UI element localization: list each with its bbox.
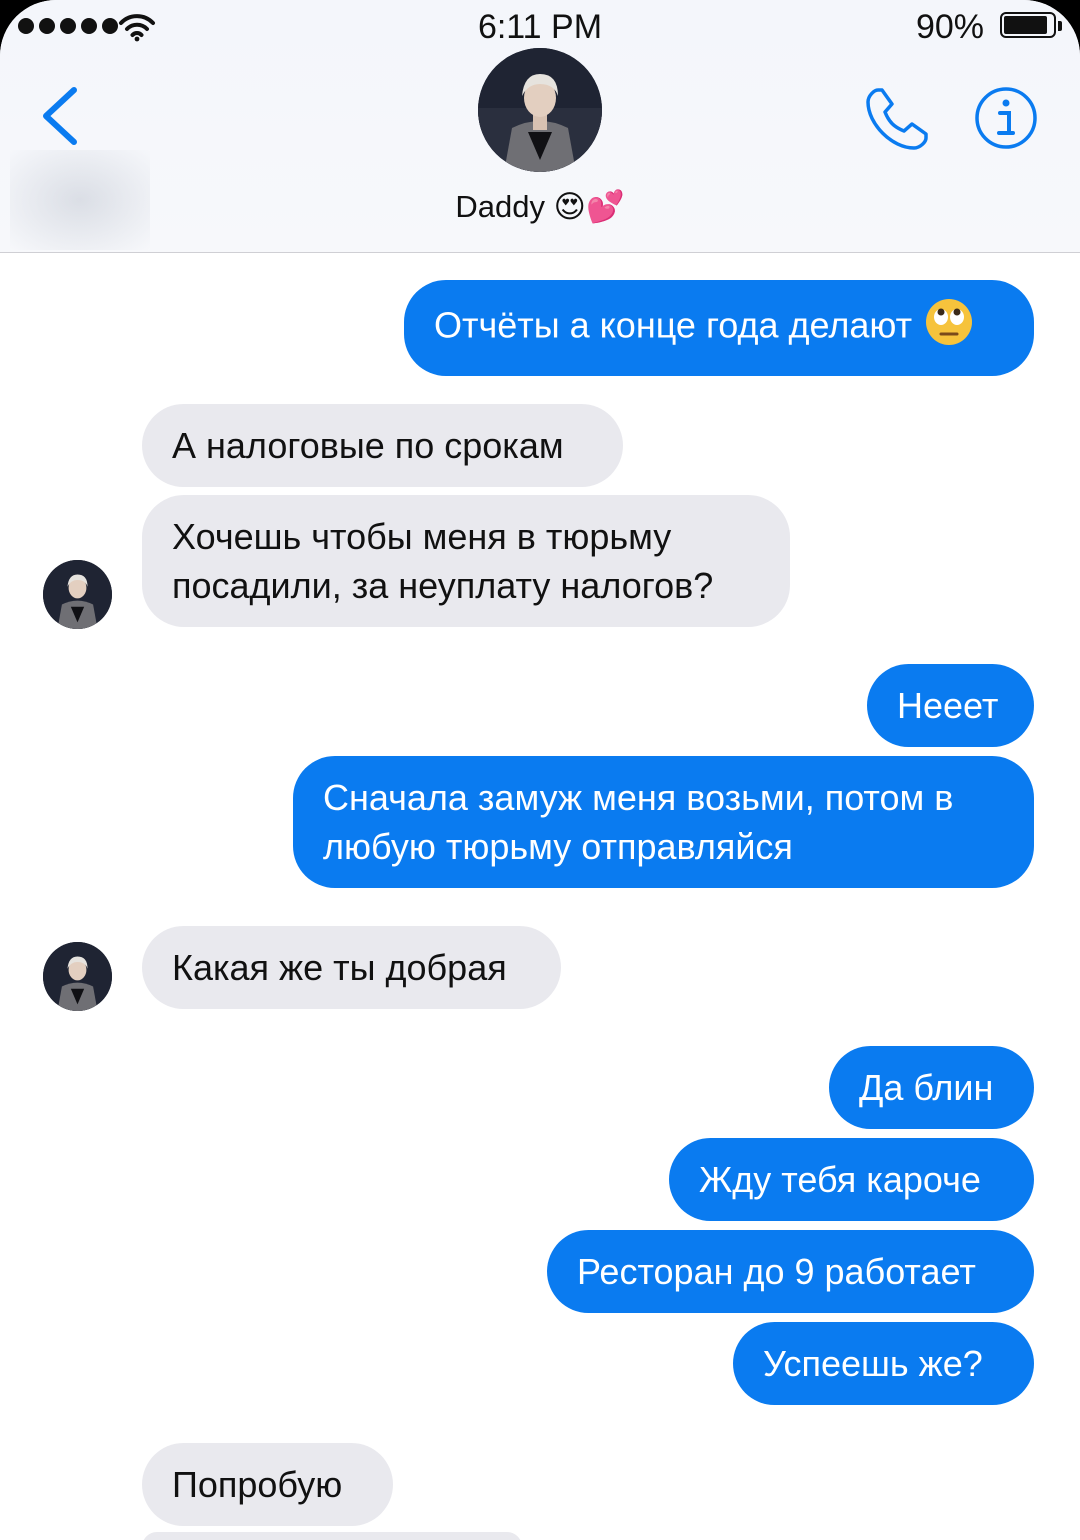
info-icon[interactable] [974, 86, 1038, 150]
message-text: А налоговые по срокам [172, 425, 564, 466]
sender-avatar[interactable] [43, 560, 112, 629]
message-text-line: Хочешь чтобы меня в тюрьму [172, 516, 672, 557]
conversation-header: 6:11 PM 90% Daddy 😍💕 [0, 0, 1080, 253]
message-text: Отчёты а конце года делают [434, 304, 913, 346]
message-text: Успеешь же? [763, 1343, 983, 1384]
message-bubble-incoming[interactable]: Хочешь чтобы меня в тюрьму посадили, за … [142, 495, 790, 627]
message-bubble-outgoing[interactable]: Сначала замуж меня возьми, потом в любую… [293, 756, 1034, 888]
message-bubble-outgoing[interactable]: Ресторан до 9 работает [547, 1230, 1034, 1313]
message-text: Нееет [897, 685, 999, 726]
battery-percentage: 90% [915, 8, 984, 46]
eye-roll-emoji-icon [924, 297, 974, 359]
phone-icon[interactable] [864, 86, 930, 152]
contact-name[interactable]: Daddy 😍💕 [0, 188, 1080, 225]
back-chevron-icon[interactable] [36, 84, 86, 148]
battery-icon [1000, 12, 1062, 38]
message-text: Да блин [859, 1067, 994, 1108]
message-bubble-outgoing[interactable]: Нееет [867, 664, 1034, 747]
message-text: Попробую [172, 1464, 343, 1505]
message-text-line: посадили, за неуплату налогов? [172, 565, 714, 606]
message-bubble-incoming[interactable]: Попробую [142, 1443, 393, 1526]
message-text: Какая же ты добрая [172, 947, 507, 988]
message-text-line: любую тюрьму отправляйся [323, 826, 793, 867]
message-text: Ресторан до 9 работает [577, 1251, 976, 1292]
chat-screen: 6:11 PM 90% Daddy 😍💕 Отчёты а конце года… [0, 0, 1080, 1540]
message-bubble-incoming[interactable]: А налоговые по срокам [142, 404, 623, 487]
message-bubble-outgoing[interactable]: Жду тебя кароче [669, 1138, 1034, 1221]
contact-avatar[interactable] [478, 48, 602, 172]
message-bubble-outgoing[interactable]: Да блин [829, 1046, 1034, 1129]
message-bubble-incoming[interactable]: Какая же ты добрая [142, 926, 561, 1009]
message-bubble-incoming-partial[interactable] [142, 1532, 522, 1540]
message-text: Жду тебя кароче [699, 1159, 981, 1200]
message-bubble-outgoing[interactable]: Успеешь же? [733, 1322, 1034, 1405]
contact-name-emoji: 😍💕 [553, 189, 625, 224]
sender-avatar[interactable] [43, 942, 112, 1011]
message-text-line: Сначала замуж меня возьми, потом в [323, 777, 954, 818]
contact-name-text: Daddy [455, 189, 546, 224]
message-bubble-outgoing[interactable]: Отчёты а конце года делают [404, 280, 1034, 376]
